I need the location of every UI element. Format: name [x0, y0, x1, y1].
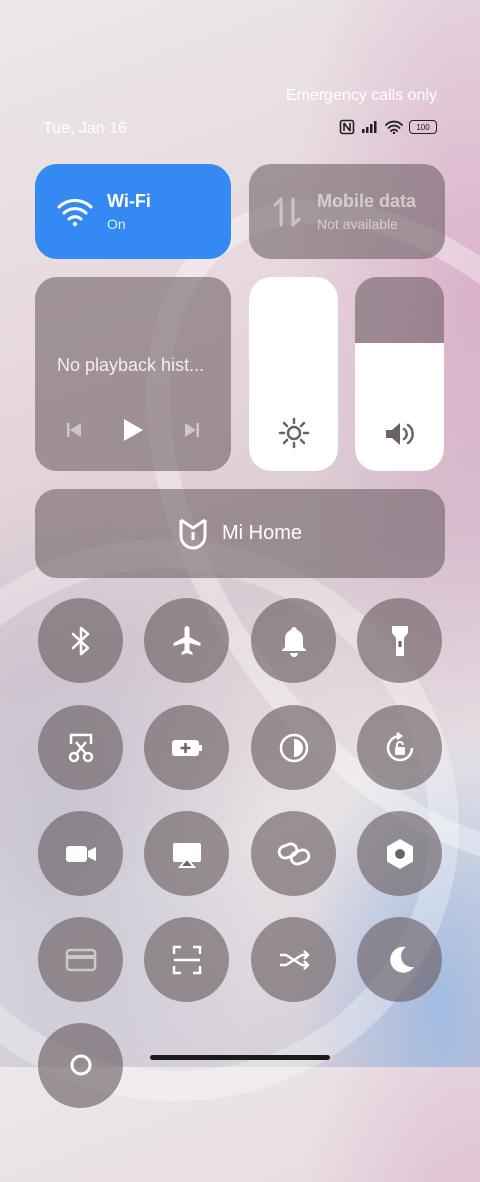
airplane-mode-toggle[interactable]: [144, 598, 229, 683]
settings-hexagon-icon: [386, 838, 413, 869]
home-indicator[interactable]: [150, 1055, 330, 1060]
cast-toggle[interactable]: [144, 811, 229, 896]
mobile-data-title: Mobile data: [317, 191, 417, 211]
link-icon: [277, 842, 310, 865]
card-toggle[interactable]: [38, 917, 123, 1002]
ring-mode-toggle[interactable]: [251, 598, 336, 683]
status-icons: 100: [339, 119, 437, 135]
shuffle-icon: [279, 949, 309, 970]
airplane-mode-icon: [173, 625, 200, 655]
card-icon: [65, 948, 96, 971]
moon-icon: [389, 946, 414, 973]
bell-icon: [281, 626, 306, 657]
battery-icon: 100: [409, 120, 437, 134]
carrier-status-text: Emergency calls only: [285, 87, 437, 104]
mobile-data-tile[interactable]: Mobile data Not available: [249, 164, 445, 259]
battery-level-text: 100: [416, 122, 430, 132]
data-saver-toggle[interactable]: [251, 917, 336, 1002]
battery-saver-toggle[interactable]: [144, 705, 229, 790]
cast-icon: [172, 842, 201, 868]
wifi-tile-title: Wi-Fi: [107, 191, 151, 211]
screenshot-toggle[interactable]: [38, 705, 123, 790]
dark-mode-toggle[interactable]: [251, 705, 336, 790]
screen-recorder-toggle[interactable]: [38, 811, 123, 896]
screen-record-icon: [65, 845, 96, 862]
settings-toggle[interactable]: [357, 811, 442, 896]
location-icon: [70, 1054, 91, 1075]
battery-saver-icon: [171, 739, 202, 756]
volume-slider[interactable]: [355, 277, 444, 471]
bluetooth-icon: [71, 626, 89, 655]
screenshot-scissors-icon: [68, 733, 93, 762]
rotation-lock-toggle[interactable]: [357, 705, 442, 790]
nfc-icon: [339, 119, 355, 135]
rotation-lock-icon: [386, 731, 413, 761]
volume-fill: [355, 342, 444, 471]
play-icon[interactable]: [121, 417, 145, 443]
link-toggle[interactable]: [251, 811, 336, 896]
mi-home-icon: [179, 518, 207, 549]
skip-next-icon[interactable]: [182, 420, 202, 440]
wifi-tile[interactable]: Wi-Fi On: [35, 164, 231, 259]
skip-previous-icon[interactable]: [64, 420, 84, 440]
do-not-disturb-toggle[interactable]: [357, 917, 442, 1002]
date-text: Tue, Jan 16: [43, 120, 127, 137]
wifi-icon: [57, 198, 93, 226]
flashlight-toggle[interactable]: [357, 598, 442, 683]
mi-home-tile[interactable]: Mi Home: [35, 489, 445, 578]
scanner-toggle[interactable]: [144, 917, 229, 1002]
media-status-text: No playback hist...: [57, 355, 205, 375]
location-toggle[interactable]: [38, 1023, 123, 1108]
wifi-tile-subtitle: On: [107, 216, 126, 232]
brightness-icon: [278, 417, 309, 449]
wifi-status-icon: [385, 120, 403, 134]
brightness-slider[interactable]: [249, 277, 338, 471]
dark-mode-icon: [279, 733, 308, 762]
media-player-tile[interactable]: No playback hist...: [35, 277, 231, 471]
signal-icon: [362, 121, 377, 133]
bluetooth-toggle[interactable]: [38, 598, 123, 683]
mi-home-label: Mi Home: [221, 522, 302, 544]
scan-icon: [172, 945, 201, 974]
volume-icon: [385, 423, 414, 445]
flashlight-icon: [391, 625, 408, 656]
mobile-data-icon: [273, 197, 301, 226]
mobile-data-subtitle: Not available: [317, 216, 398, 232]
